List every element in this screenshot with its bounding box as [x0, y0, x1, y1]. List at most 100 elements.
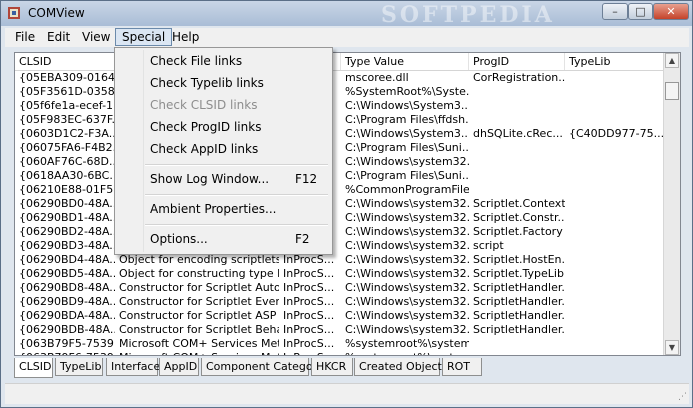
table-row[interactable]: {0603D1C2-F3A... C:\Windows\System3... dhS…	[15, 127, 665, 141]
table-row[interactable]: {06290BD3-48A... C:\Windows\system32... sc…	[15, 239, 665, 253]
menu-edit[interactable]: Edit	[41, 28, 76, 46]
cell-clsid: {063B79F5-7539...	[19, 337, 115, 350]
app-icon	[8, 7, 20, 19]
title-bar[interactable]: COMView SOFTPEDIA – □ ✕	[1, 1, 692, 28]
vertical-scrollbar[interactable]: ▲ ▼	[663, 53, 680, 355]
menu-item-label: Check CLSID links	[150, 98, 258, 112]
tab-component-category[interactable]: Component Category	[201, 358, 324, 376]
cell-description: Constructor for Scriptlet ASP ...	[119, 309, 279, 322]
list-rows: {05EBA309-0164... mscoree.dll CorRegistrat…	[15, 71, 665, 355]
table-row[interactable]: {063B79F5-7539... Microsoft COM+ Services…	[15, 337, 665, 351]
menu-ambient-properties[interactable]: Ambient Properties...	[117, 199, 330, 220]
cell-clsid: {06290BDA-48A...	[19, 309, 115, 322]
cell-progid: Scriptlet.Context	[473, 197, 565, 210]
cell-type: InProcS...	[279, 351, 341, 355]
maximize-button[interactable]: □	[628, 3, 653, 20]
menu-special[interactable]: Special	[115, 28, 173, 46]
minimize-button[interactable]: –	[602, 3, 628, 20]
cell-type: InProcS...	[283, 337, 335, 350]
table-row[interactable]: {06290BDB-48A... Constructor for Scriptle…	[15, 323, 665, 337]
tab-clsid[interactable]: CLSID	[14, 358, 53, 378]
scroll-thumb[interactable]	[665, 82, 679, 100]
menu-check-file-links[interactable]: Check File links	[117, 51, 330, 72]
cell-clsid: {06290BD2-48A...	[19, 225, 115, 238]
table-row[interactable]: {06290BD9-48A... Constructor for Scriptle…	[15, 295, 665, 309]
menu-item-shortcut: F12	[295, 172, 318, 186]
menu-item-label: Check AppID links	[150, 142, 259, 156]
cell-clsid: {06290BD4-48A...	[19, 253, 115, 266]
list-header: CLSID Type Value ProgID TypeLib	[15, 53, 665, 71]
table-row[interactable]: {05F983EC-637F... C:\Program Files\ffdsh.…	[15, 113, 665, 127]
column-header-progid[interactable]: ProgID	[469, 53, 565, 70]
cell-type-value: C:\Windows\system32...	[345, 197, 469, 210]
menu-check-progid-links[interactable]: Check ProgID links	[117, 117, 330, 138]
table-row[interactable]: {0618AA30-6BC... C:\Program Files\Suni...	[15, 169, 665, 183]
cell-clsid: {06290BD9-48A...	[19, 295, 115, 308]
cell-type-value: %CommonProgramFile...	[345, 183, 469, 196]
cell-type-value: C:\Windows\system32...	[345, 323, 469, 336]
window-title: COMView	[28, 6, 85, 20]
table-row[interactable]: {06290BD1-48A... C:\Windows\system32... Sc…	[15, 211, 665, 225]
menu-separator	[145, 224, 328, 226]
cell-type-value: C:\Windows\System3...	[345, 99, 469, 112]
cell-progid: ScriptletHandler...	[473, 323, 565, 336]
close-button[interactable]: ✕	[653, 3, 689, 20]
cell-progid: ScriptletHandler...	[473, 295, 565, 308]
resize-grip-icon[interactable]: ⋰	[678, 392, 687, 402]
cell-type-value: C:\Program Files\Suni...	[345, 141, 469, 154]
menu-file[interactable]: File	[9, 28, 41, 46]
menu-help[interactable]: Help	[166, 28, 205, 46]
tab-rot[interactable]: ROT	[442, 358, 482, 376]
menu-item-label: Check File links	[150, 54, 243, 68]
table-row[interactable]: {06075FA6-F4B2... C:\Program Files\Suni..…	[15, 141, 665, 155]
tab-hkcr[interactable]: HKCR	[311, 358, 353, 376]
table-row[interactable]: {06210E88-01F5... %CommonProgramFile...	[15, 183, 665, 197]
menu-view[interactable]: View	[76, 28, 116, 46]
menu-check-typelib-links[interactable]: Check Typelib links	[117, 73, 330, 94]
cell-clsid: {06210E88-01F5...	[19, 183, 115, 196]
cell-type-value: C:\Windows\system32...	[345, 295, 469, 308]
menu-options[interactable]: Options... F2	[117, 229, 330, 250]
cell-type-value: C:\Windows\system32...	[345, 267, 469, 280]
table-row[interactable]: {060AF76C-68D... C:\Windows\system32...	[15, 155, 665, 169]
menu-item-label: Options...	[150, 232, 208, 246]
cell-type-value: %SystemRoot%\Syste...	[345, 85, 469, 98]
tab-created-objects[interactable]: Created Objects	[354, 358, 448, 376]
cell-progid: ScriptletHandler...	[473, 281, 565, 294]
table-row[interactable]: {05f6fe1a-ecef-1... C:\Windows\System3...	[15, 99, 665, 113]
cell-type-value: C:\Windows\system32...	[345, 155, 469, 168]
special-menu-dropdown: Check File links Check Typelib links Che…	[114, 47, 333, 255]
comview-window: COMView SOFTPEDIA – □ ✕ File Edit View S…	[0, 0, 693, 408]
cell-progid: script	[473, 239, 504, 252]
table-row[interactable]: {06290BD4-48A... Object for encoding scri…	[15, 253, 665, 267]
table-row[interactable]: {06290BD2-48A... C:\Windows\system32... Sc…	[15, 225, 665, 239]
cell-description: Object for constructing type li...	[119, 267, 279, 280]
tab-appid[interactable]: AppID	[159, 358, 199, 376]
menu-item-label: Check Typelib links	[150, 76, 264, 90]
table-row[interactable]: {05EBA309-0164... mscoree.dll CorRegistrat…	[15, 71, 665, 85]
table-row[interactable]: {05F3561D-0358... %SystemRoot%\Syste...	[15, 85, 665, 99]
scroll-up-icon[interactable]: ▲	[665, 53, 679, 68]
table-row[interactable]: {063B79F6-7539...Microsoft COM+ Services…	[15, 351, 665, 355]
table-row[interactable]: {06290BD0-48A... C:\Windows\system32... Sc…	[15, 197, 665, 211]
tab-interface[interactable]: Interface	[106, 358, 160, 376]
menu-item-label: Ambient Properties...	[150, 202, 277, 216]
cell-type: InProcS...	[283, 295, 335, 308]
cell-type: InProcS...	[283, 323, 335, 336]
table-row[interactable]: {06290BDA-48A... Constructor for Scriptle…	[15, 309, 665, 323]
column-header-type-value[interactable]: Type Value	[341, 53, 469, 70]
cell-type: InProcS...	[283, 253, 335, 266]
cell-type-value: %systemroot%\system...	[341, 351, 469, 355]
menu-item-label: Check ProgID links	[150, 120, 262, 134]
menu-check-appid-links[interactable]: Check AppID links	[117, 139, 330, 160]
column-header-clsid[interactable]: CLSID	[15, 53, 115, 70]
cell-description: Microsoft COM+ Services Met...	[115, 351, 279, 355]
tab-typelib[interactable]: TypeLib	[55, 358, 103, 376]
menu-show-log-window[interactable]: Show Log Window... F12	[117, 169, 330, 190]
column-header-typelib[interactable]: TypeLib	[565, 53, 665, 70]
scroll-down-icon[interactable]: ▼	[665, 340, 679, 355]
cell-type-value: C:\Program Files\ffdsh...	[345, 113, 469, 126]
table-row[interactable]: {06290BD8-48A... Constructor for Scriptle…	[15, 281, 665, 295]
table-row[interactable]: {06290BD5-48A... Object for constructing …	[15, 267, 665, 281]
cell-type-value: C:\Windows\System3...	[345, 127, 469, 140]
